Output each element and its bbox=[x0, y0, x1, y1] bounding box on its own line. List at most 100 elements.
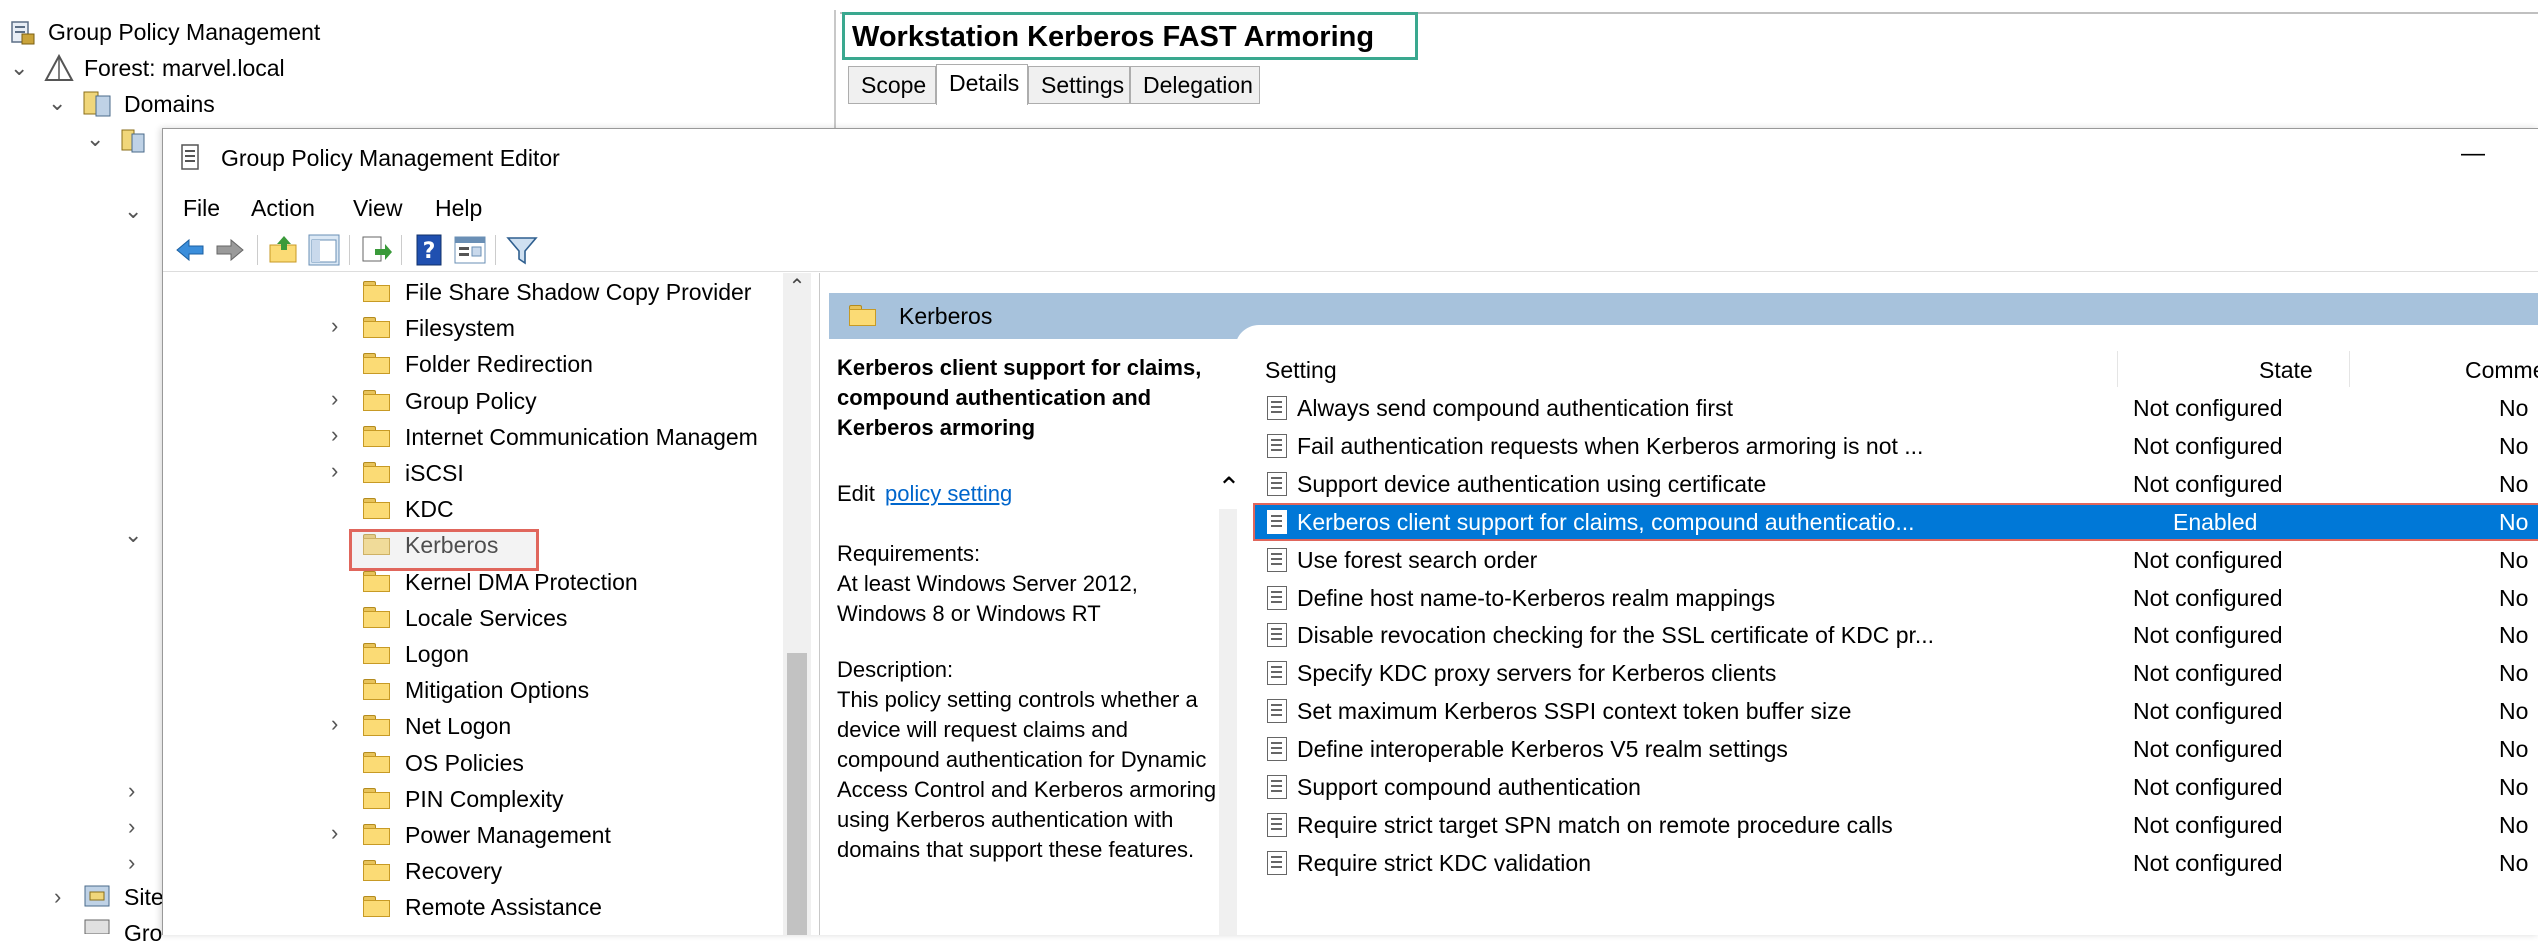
editor-tree-pane: File Share Shadow Copy Provider › Filesyst… bbox=[163, 273, 820, 935]
tree-sites[interactable]: Site bbox=[124, 882, 164, 912]
tree-chevron-right-icon-1[interactable]: › bbox=[128, 776, 135, 806]
back-arrow-icon[interactable] bbox=[173, 233, 207, 267]
table-row[interactable]: Always send compound authentication firs… bbox=[1255, 391, 2538, 425]
row-setting: Support compound authentication bbox=[1297, 774, 1641, 800]
row-comment: No bbox=[2499, 622, 2529, 649]
tree-item[interactable]: Logon bbox=[163, 637, 783, 671]
menu-help[interactable]: Help bbox=[435, 193, 482, 223]
filter-icon[interactable] bbox=[505, 233, 539, 267]
forward-arrow-icon[interactable] bbox=[213, 233, 247, 267]
tree-chevron-right-icon[interactable]: › bbox=[331, 709, 338, 739]
folder-icon bbox=[363, 389, 390, 411]
column-header-state[interactable]: State bbox=[2259, 355, 2313, 385]
editor-app-icon bbox=[181, 144, 199, 170]
menu-view[interactable]: View bbox=[353, 193, 402, 223]
minimize-button[interactable]: — bbox=[2461, 139, 2485, 169]
tree-item[interactable]: Mitigation Options bbox=[163, 673, 783, 707]
editor-window: Group Policy Management Editor — File Ac… bbox=[162, 128, 2538, 935]
properties-icon[interactable] bbox=[453, 233, 487, 267]
tree-item-label: Group Policy bbox=[405, 387, 537, 414]
domains-chevron-down-icon[interactable]: ⌄ bbox=[48, 88, 66, 118]
tree-item-label: Recovery bbox=[405, 858, 503, 885]
tree-forest[interactable]: Forest: marvel.local bbox=[84, 53, 285, 83]
tree-item[interactable]: Folder Redirection bbox=[163, 347, 783, 381]
table-row[interactable]: Require strict target SPN match on remot… bbox=[1255, 808, 2538, 842]
table-row[interactable]: Disable revocation checking for the SSL … bbox=[1255, 618, 2538, 652]
tree-item[interactable]: File Share Shadow Copy Provider bbox=[163, 275, 783, 309]
tab-scope[interactable]: Scope bbox=[848, 66, 936, 104]
policy-setting-icon bbox=[1267, 547, 1287, 572]
column-header-setting[interactable]: Setting bbox=[1265, 355, 1337, 385]
tree-item[interactable]: › iSCSI bbox=[163, 456, 783, 490]
row-comment: No bbox=[2499, 811, 2529, 838]
row-comment: No bbox=[2499, 660, 2529, 687]
table-row[interactable]: Fail authentication requests when Kerber… bbox=[1255, 429, 2538, 463]
tree-item[interactable]: PIN Complexity bbox=[163, 782, 783, 816]
tree-item[interactable]: › Filesystem bbox=[163, 311, 783, 345]
gpm-pane-splitter[interactable] bbox=[834, 10, 836, 130]
tree-item[interactable]: KDC bbox=[163, 492, 783, 526]
table-row[interactable]: Require strict KDC validation Not configu… bbox=[1255, 846, 2538, 880]
row-state: Not configured bbox=[2133, 849, 2283, 876]
tree-chevron-down-icon-3[interactable]: ⌄ bbox=[124, 520, 142, 550]
column-divider-2[interactable] bbox=[2349, 351, 2350, 387]
tree-item[interactable]: › Power Management bbox=[163, 818, 783, 852]
tree-chevron-down-icon-2[interactable]: ⌄ bbox=[124, 196, 142, 226]
table-row[interactable]: Use forest search order Not configured No bbox=[1255, 543, 2538, 577]
row-state: Enabled bbox=[2173, 508, 2258, 535]
column-header-comment[interactable]: Comment bbox=[2465, 355, 2538, 385]
tree-item[interactable]: › Internet Communication Managem bbox=[163, 420, 783, 454]
forest-icon bbox=[44, 54, 74, 81]
row-setting: Disable revocation checking for the SSL … bbox=[1297, 622, 1935, 649]
folder-icon bbox=[363, 570, 390, 592]
domain-chevron-down-icon[interactable]: ⌄ bbox=[86, 124, 104, 154]
tab-settings[interactable]: Settings bbox=[1028, 66, 1130, 104]
tree-item[interactable]: OS Policies bbox=[163, 746, 783, 780]
sites-chevron-right-icon[interactable]: › bbox=[54, 882, 61, 912]
policy-setting-icon bbox=[1267, 699, 1287, 724]
table-row[interactable]: Kerberos client support for claims, comp… bbox=[1253, 502, 2538, 541]
up-folder-icon[interactable] bbox=[267, 233, 301, 267]
help-icon[interactable]: ? bbox=[413, 233, 447, 267]
export-list-icon[interactable] bbox=[359, 233, 393, 267]
folder-icon bbox=[363, 425, 390, 447]
table-row[interactable]: Set maximum Kerberos SSPI context token … bbox=[1255, 694, 2538, 728]
menu-file[interactable]: File bbox=[183, 193, 220, 223]
table-row[interactable]: Specify KDC proxy servers for Kerberos c… bbox=[1255, 656, 2538, 690]
table-row[interactable]: Support device authentication using cert… bbox=[1255, 467, 2538, 501]
gpm-title[interactable]: Group Policy Management bbox=[48, 17, 320, 47]
tree-chevron-right-icon[interactable]: › bbox=[331, 311, 338, 341]
tree-chevron-right-icon-3[interactable]: › bbox=[128, 848, 135, 878]
tab-delegation[interactable]: Delegation bbox=[1130, 66, 1260, 104]
tree-item[interactable]: › Group Policy bbox=[163, 384, 783, 418]
edit-policy-setting-link[interactable]: policy setting bbox=[885, 479, 1012, 509]
description-scrollbar[interactable] bbox=[1219, 509, 1237, 935]
menu-action[interactable]: Action bbox=[251, 193, 315, 223]
tree-chevron-right-icon[interactable]: › bbox=[331, 818, 338, 848]
tab-details[interactable]: Details bbox=[936, 64, 1028, 105]
description-scroll-up-icon[interactable]: ⌃ bbox=[1217, 473, 1241, 503]
table-row[interactable]: Support compound authentication Not confi… bbox=[1255, 770, 2538, 804]
tree-chevron-right-icon[interactable]: › bbox=[331, 456, 338, 486]
tree-group-policy-results[interactable]: Gro bbox=[124, 918, 164, 948]
tree-domains[interactable]: Domains bbox=[124, 89, 215, 119]
tree-chevron-right-icon-2[interactable]: › bbox=[128, 812, 135, 842]
policy-setting-icon bbox=[1267, 812, 1287, 837]
tree-item-label: Folder Redirection bbox=[405, 351, 593, 378]
row-setting: Set maximum Kerberos SSPI context token … bbox=[1297, 698, 1852, 725]
forest-chevron-down-icon[interactable]: ⌄ bbox=[10, 53, 28, 83]
column-divider-1[interactable] bbox=[2117, 351, 2118, 387]
toolbar-separator-3 bbox=[401, 235, 402, 265]
table-row[interactable]: Define host name-to-Kerberos realm mappi… bbox=[1255, 581, 2538, 615]
tree-chevron-right-icon[interactable]: › bbox=[331, 384, 338, 414]
tree-chevron-right-icon[interactable]: › bbox=[331, 420, 338, 450]
toolbar: ? bbox=[163, 229, 2538, 272]
show-hide-tree-icon[interactable] bbox=[307, 233, 341, 267]
tree-item[interactable]: Locale Services bbox=[163, 601, 783, 635]
tree-scroll-thumb[interactable] bbox=[787, 653, 807, 935]
tree-item[interactable]: Recovery bbox=[163, 854, 783, 888]
tree-scroll-up-icon[interactable]: ⌃ bbox=[783, 273, 811, 301]
tree-item[interactable]: Remote Assistance bbox=[163, 890, 783, 924]
tree-item[interactable]: › Net Logon bbox=[163, 709, 783, 743]
table-row[interactable]: Define interoperable Kerberos V5 realm s… bbox=[1255, 732, 2538, 766]
